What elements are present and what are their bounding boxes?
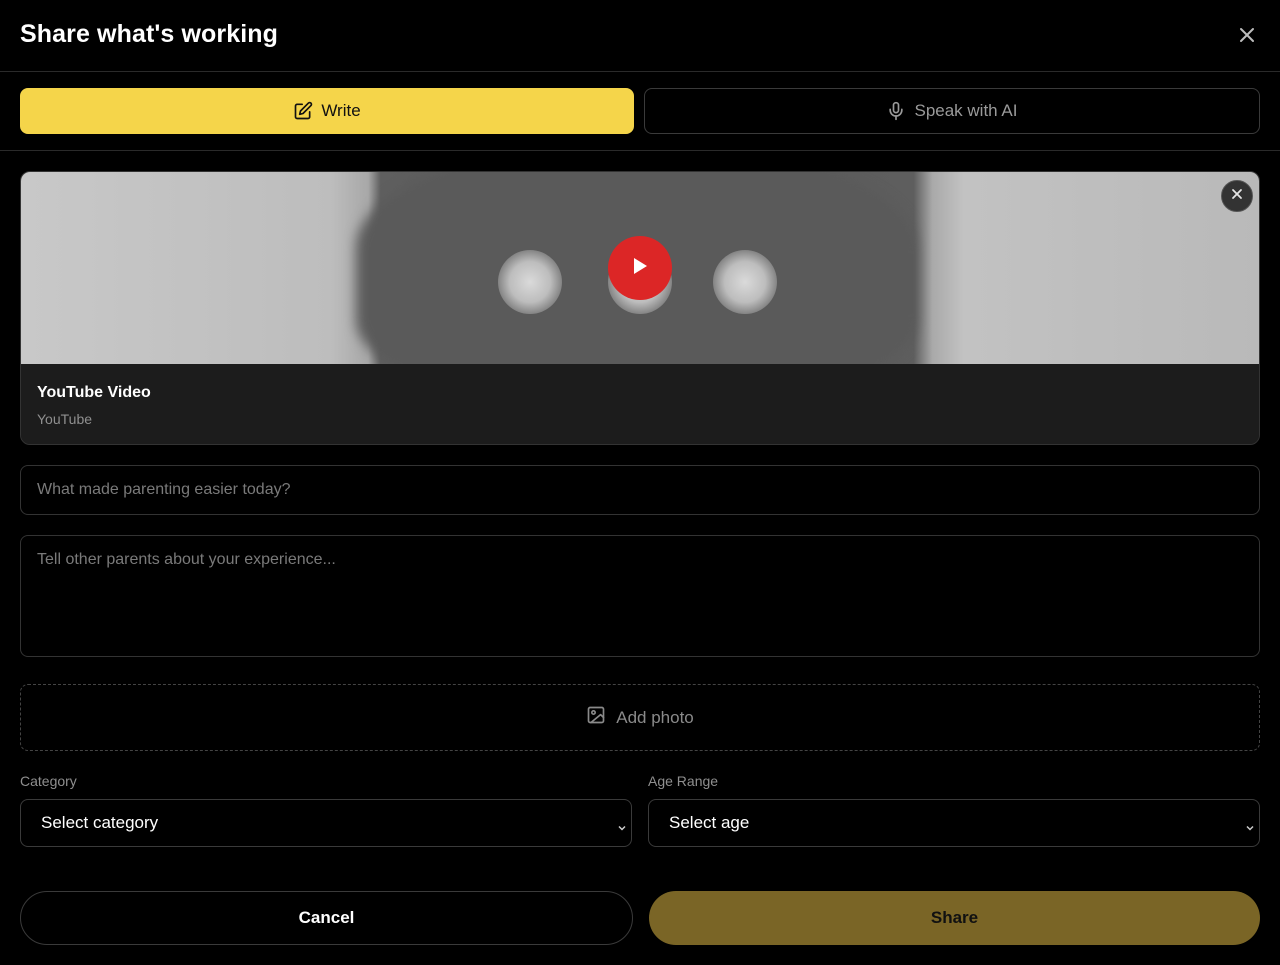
category-select[interactable]: Select category (20, 799, 632, 847)
play-button[interactable] (608, 236, 672, 300)
edit-icon (293, 101, 313, 121)
close-icon[interactable] (1236, 24, 1258, 46)
add-photo-label: Add photo (616, 707, 694, 727)
headline-input[interactable] (20, 465, 1260, 515)
close-icon (1231, 187, 1243, 205)
image-icon (586, 705, 606, 730)
write-mode-label: Write (321, 101, 361, 120)
microphone-icon (886, 101, 906, 121)
share-button[interactable]: Share (649, 891, 1260, 945)
chevron-down-icon (1245, 818, 1255, 838)
category-label: Category (20, 773, 77, 789)
speak-with-ai-button[interactable]: Speak with AI (644, 88, 1260, 134)
age-range-selected-value: Select age (669, 813, 750, 832)
video-attachment-card: YouTube Video YouTube (20, 171, 1260, 445)
add-photo-button[interactable]: Add photo (20, 684, 1260, 751)
video-source: YouTube (37, 411, 93, 427)
write-mode-button[interactable]: Write (20, 88, 634, 134)
category-selected-value: Select category (41, 813, 159, 832)
chevron-down-icon (617, 818, 627, 838)
speak-mode-label: Speak with AI (914, 101, 1018, 120)
dialog-title: Share what's working (20, 20, 279, 48)
mode-switcher: Write Speak with AI (0, 72, 1280, 151)
video-title: YouTube Video (37, 384, 151, 401)
video-thumbnail[interactable] (21, 172, 1259, 364)
dialog-header: Share what's working (0, 0, 1280, 72)
remove-video-button[interactable] (1221, 180, 1253, 212)
age-range-select[interactable]: Select age (648, 799, 1260, 847)
experience-textarea[interactable] (20, 535, 1260, 657)
play-icon (630, 255, 650, 282)
age-range-label: Age Range (648, 773, 719, 789)
cancel-button[interactable]: Cancel (20, 891, 633, 945)
video-meta: YouTube Video YouTube (21, 364, 1259, 444)
